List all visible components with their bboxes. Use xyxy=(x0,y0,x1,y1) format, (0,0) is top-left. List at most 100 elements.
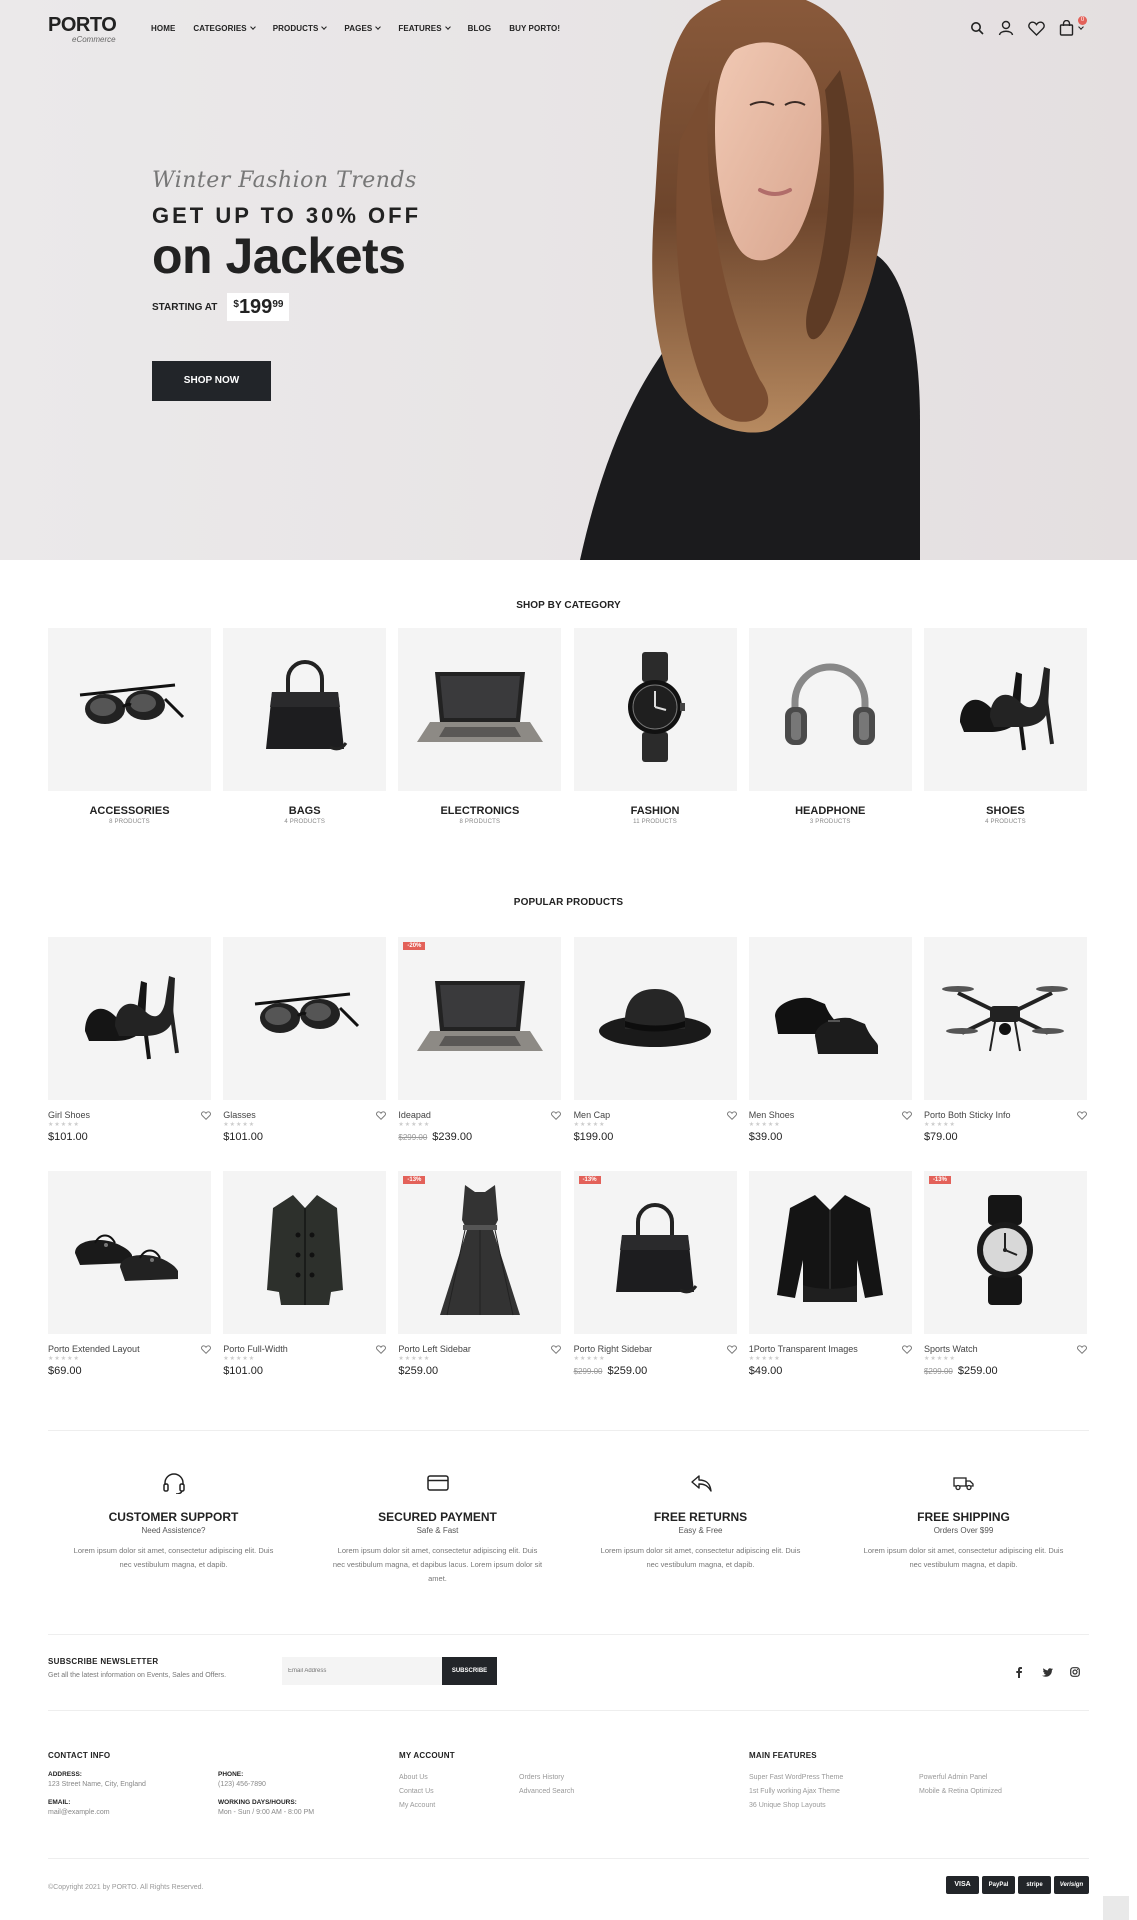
category-image[interactable] xyxy=(48,628,211,791)
product-image[interactable]: -13% xyxy=(923,1171,1087,1334)
product-image[interactable] xyxy=(573,937,737,1100)
wishlist-heart-icon[interactable] xyxy=(201,1344,211,1354)
product-name[interactable]: Girl Shoes xyxy=(48,1110,90,1120)
subscribe-button[interactable]: SUBSCRIBE xyxy=(442,1657,497,1685)
wishlist-heart-icon[interactable] xyxy=(551,1344,562,1354)
product-name[interactable]: Glasses xyxy=(223,1110,256,1120)
category-image[interactable] xyxy=(223,628,387,791)
product-image[interactable] xyxy=(223,937,387,1100)
wishlist-heart-icon[interactable] xyxy=(901,1110,912,1120)
product-card[interactable]: Glasses ★★★★★ $101.00 xyxy=(223,937,387,1143)
category-card[interactable]: ACCESSORIES 8 PRODUCTS xyxy=(48,628,211,825)
headphone-icon xyxy=(780,662,880,757)
nav-pages[interactable]: PAGES xyxy=(344,24,382,33)
product-card[interactable]: Porto Both Sticky Info ★★★★★ $79.00 xyxy=(923,937,1087,1143)
wishlist-heart-icon[interactable] xyxy=(201,1110,211,1120)
product-name[interactable]: Porto Both Sticky Info xyxy=(924,1110,1011,1120)
email-link[interactable]: mail@example.com xyxy=(48,1809,110,1816)
product-image[interactable]: -20% xyxy=(398,937,562,1100)
nav-home[interactable]: HOME xyxy=(151,24,175,33)
product-image[interactable] xyxy=(48,1171,211,1334)
category-card[interactable]: SHOES 4 PRODUCTS xyxy=(923,628,1087,825)
nav-buy-porto[interactable]: BUY PORTO! xyxy=(509,24,560,33)
category-name[interactable]: HEADPHONE xyxy=(749,805,912,817)
category-name[interactable]: FASHION xyxy=(574,805,737,817)
product-card[interactable]: Porto Full-Width ★★★★★ $101.00 xyxy=(223,1171,387,1377)
footer-link-my-account[interactable]: My Account xyxy=(399,1802,435,1809)
instagram-icon[interactable] xyxy=(1068,1665,1082,1679)
category-image[interactable] xyxy=(398,628,562,791)
product-card[interactable]: Men Cap ★★★★★ $199.00 xyxy=(573,937,737,1143)
product-card[interactable]: Girl Shoes ★★★★★ $101.00 xyxy=(48,937,211,1143)
category-card[interactable]: BAGS 4 PRODUCTS xyxy=(223,628,387,825)
footer-link-feature-1[interactable]: Super Fast WordPress Theme xyxy=(749,1774,843,1781)
category-name[interactable]: BAGS xyxy=(223,805,386,817)
footer-link-contact-us[interactable]: Contact Us xyxy=(399,1788,434,1795)
product-card[interactable]: -13% Sports Watch ★★★★★ $299.00 $259.00 xyxy=(923,1171,1087,1377)
logo[interactable]: PORTO eCommerce xyxy=(48,14,117,44)
newsletter-email-input[interactable] xyxy=(282,1657,442,1685)
product-card[interactable]: 1Porto Transparent Images ★★★★★ $49.00 xyxy=(748,1171,912,1377)
facebook-icon[interactable] xyxy=(1012,1665,1026,1679)
product-image[interactable] xyxy=(748,937,912,1100)
footer-link-feature-2[interactable]: 1st Fully working Ajax Theme xyxy=(749,1788,840,1795)
product-name[interactable]: Porto Extended Layout xyxy=(48,1344,140,1354)
product-image[interactable] xyxy=(48,937,211,1100)
product-name[interactable]: Porto Full-Width xyxy=(223,1344,288,1354)
product-card[interactable]: Men Shoes ★★★★★ $39.00 xyxy=(748,937,912,1143)
product-card[interactable]: Porto Extended Layout ★★★★★ $69.00 xyxy=(48,1171,211,1377)
wishlist-heart-icon[interactable] xyxy=(1077,1110,1087,1120)
product-image[interactable] xyxy=(748,1171,912,1334)
category-name[interactable]: ELECTRONICS xyxy=(398,805,561,817)
user-icon[interactable] xyxy=(998,20,1014,36)
product-card[interactable]: -20% Ideapad ★★★★★ $299.00 $239.00 xyxy=(398,937,562,1143)
wishlist-heart-icon[interactable] xyxy=(726,1344,737,1354)
category-card[interactable]: HEADPHONE 3 PRODUCTS xyxy=(748,628,912,825)
scroll-to-top-button[interactable] xyxy=(1103,1896,1129,1920)
product-name[interactable]: 1Porto Transparent Images xyxy=(749,1344,858,1354)
footer-link-advanced-search[interactable]: Advanced Search xyxy=(519,1788,574,1795)
category-image[interactable] xyxy=(748,628,912,791)
nav-blog[interactable]: BLOG xyxy=(468,24,492,33)
wishlist-heart-icon[interactable] xyxy=(901,1344,912,1354)
wishlist-heart-icon[interactable] xyxy=(1028,21,1045,36)
footer-link-orders-history[interactable]: Orders History xyxy=(519,1774,564,1781)
footer-link-feature-5[interactable]: Mobile & Retina Optimized xyxy=(919,1788,1002,1795)
footer-link-feature-3[interactable]: 36 Unique Shop Layouts xyxy=(749,1802,826,1809)
wishlist-heart-icon[interactable] xyxy=(551,1110,562,1120)
feature-title: FREE RETURNS xyxy=(653,1510,748,1524)
category-name[interactable]: ACCESSORIES xyxy=(48,805,211,817)
wishlist-heart-icon[interactable] xyxy=(376,1110,387,1120)
nav-categories[interactable]: CATEGORIES xyxy=(193,24,256,33)
category-image[interactable] xyxy=(573,628,737,791)
wishlist-heart-icon[interactable] xyxy=(376,1344,387,1354)
product-card[interactable]: -13% Porto Left Sidebar ★★★★★ $259.00 xyxy=(398,1171,562,1377)
product-image[interactable]: -13% xyxy=(398,1171,562,1334)
cart-button[interactable]: 0 xyxy=(1059,16,1087,36)
product-card[interactable]: -13% Porto Right Sidebar ★★★★★ $299.00 $259.… xyxy=(573,1171,737,1377)
product-name[interactable]: Porto Left Sidebar xyxy=(398,1344,471,1354)
search-icon[interactable] xyxy=(970,21,984,35)
nav-features[interactable]: FEATURES xyxy=(398,24,451,33)
feature-box: FREE RETURNS Easy & Free Lorem ipsum dolor… xyxy=(569,1470,832,1572)
footer-link-about-us[interactable]: About Us xyxy=(399,1774,428,1781)
product-image[interactable] xyxy=(223,1171,387,1334)
category-image[interactable] xyxy=(923,628,1087,791)
shop-now-button[interactable]: SHOP NOW xyxy=(152,361,271,401)
wishlist-heart-icon[interactable] xyxy=(1077,1344,1087,1354)
wishlist-heart-icon[interactable] xyxy=(726,1110,737,1120)
product-name[interactable]: Ideapad xyxy=(398,1110,431,1120)
category-name[interactable]: SHOES xyxy=(924,805,1087,817)
product-name[interactable]: Porto Right Sidebar xyxy=(574,1344,653,1354)
twitter-icon[interactable] xyxy=(1040,1665,1054,1679)
footer-link-feature-4[interactable]: Powerful Admin Panel xyxy=(919,1774,987,1781)
product-name[interactable]: Men Shoes xyxy=(749,1110,795,1120)
nav-products[interactable]: PRODUCTS xyxy=(273,24,328,33)
product-name[interactable]: Men Cap xyxy=(574,1110,611,1120)
product-image[interactable]: -13% xyxy=(573,1171,737,1334)
product-name[interactable]: Sports Watch xyxy=(924,1344,978,1354)
category-card[interactable]: FASHION 11 PRODUCTS xyxy=(573,628,737,825)
product-image[interactable] xyxy=(923,937,1087,1100)
phone-link[interactable]: (123) 456-7890 xyxy=(218,1781,266,1788)
category-card[interactable]: ELECTRONICS 8 PRODUCTS xyxy=(398,628,562,825)
